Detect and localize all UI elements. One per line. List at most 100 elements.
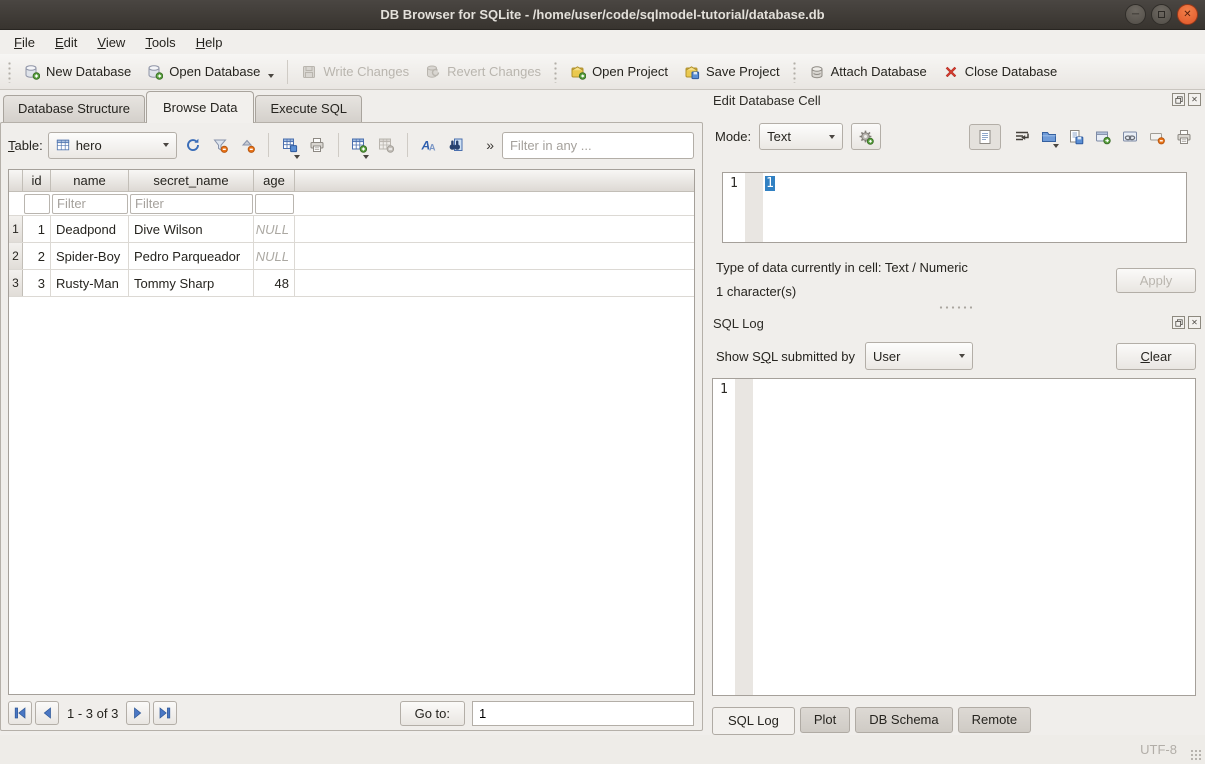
tab-execute-sql[interactable]: Execute SQL <box>255 95 362 122</box>
sql-log-editor[interactable]: 1 <box>712 378 1196 696</box>
auto-apply-button[interactable] <box>851 123 881 150</box>
cell-secret-name[interactable]: Dive Wilson <box>129 216 254 242</box>
cell-name[interactable]: Spider-Boy <box>51 243 129 269</box>
close-panel-icon[interactable]: ✕ <box>1188 316 1201 329</box>
submitted-by-select[interactable]: User <box>865 342 973 370</box>
clear-log-button[interactable]: Clear <box>1116 343 1196 370</box>
last-page-button[interactable] <box>153 701 177 725</box>
mode-label: Mode: <box>715 129 751 144</box>
filter-any-input[interactable] <box>502 132 694 159</box>
close-panel-icon[interactable]: ✕ <box>1188 93 1201 106</box>
toolbar-separator <box>287 60 288 84</box>
menu-view[interactable]: View <box>87 32 135 53</box>
column-header-name[interactable]: name <box>51 170 129 191</box>
save-project-button[interactable]: Save Project <box>676 59 788 85</box>
column-header-age[interactable]: age <box>254 170 295 191</box>
clear-sort-button[interactable] <box>236 132 258 159</box>
cell-secret-name[interactable]: Tommy Sharp <box>129 270 254 296</box>
tab-sql-log[interactable]: SQL Log <box>712 707 795 735</box>
tab-plot[interactable]: Plot <box>800 707 850 733</box>
cell-editor[interactable]: 1 1 <box>722 172 1187 243</box>
table-row[interactable]: 3 3 Rusty-Man Tommy Sharp 48 <box>9 270 694 297</box>
toolbar-grip[interactable] <box>7 61 12 83</box>
column-header-id[interactable]: id <box>23 170 51 191</box>
mode-select[interactable]: Text <box>759 123 843 150</box>
table-icon <box>56 138 70 152</box>
menubar: File Edit View Tools Help <box>0 30 1205 54</box>
cell-secret-name[interactable]: Pedro Parqueador <box>129 243 254 269</box>
column-header-secret-name[interactable]: secret_name <box>129 170 254 191</box>
print-button[interactable] <box>306 132 328 159</box>
cell-age[interactable]: NULL <box>254 243 295 269</box>
filter-input-name[interactable] <box>52 194 128 214</box>
table-row[interactable]: 1 1 Deadpond Dive Wilson NULL <box>9 216 694 243</box>
new-database-button[interactable]: New Database <box>16 59 139 85</box>
splitter-handle[interactable] <box>938 305 972 310</box>
set-null-button[interactable] <box>1149 129 1165 145</box>
float-panel-icon[interactable] <box>1172 93 1185 106</box>
menu-help[interactable]: Help <box>186 32 233 53</box>
filter-input-id[interactable] <box>24 194 50 214</box>
corner-header[interactable] <box>9 170 23 191</box>
word-wrap-button[interactable] <box>1014 129 1030 145</box>
menu-file[interactable]: File <box>4 32 45 53</box>
open-in-app-button[interactable] <box>1095 129 1111 145</box>
row-header[interactable]: 2 <box>9 243 23 269</box>
cell-name[interactable]: Deadpond <box>51 216 129 242</box>
row-header[interactable]: 1 <box>9 216 23 242</box>
tab-db-schema[interactable]: DB Schema <box>855 707 952 733</box>
open-file-icon <box>1041 129 1057 145</box>
toolbar-grip[interactable] <box>792 61 797 83</box>
filter-input-secret-name[interactable] <box>130 194 253 214</box>
tab-database-structure[interactable]: Database Structure <box>3 95 145 122</box>
editor-gutter <box>745 173 763 242</box>
encoding-indicator[interactable]: UTF-8 <box>1140 742 1177 757</box>
cell-id[interactable]: 1 <box>23 216 51 242</box>
open-database-dropdown-icon[interactable] <box>268 74 274 78</box>
record-range-label: 1 - 3 of 3 <box>67 706 118 721</box>
insert-record-button[interactable] <box>348 132 370 159</box>
open-database-button[interactable]: Open Database <box>139 59 282 85</box>
goto-input[interactable] <box>472 701 694 726</box>
import-data-button[interactable] <box>1041 129 1057 145</box>
cell-id[interactable]: 2 <box>23 243 51 269</box>
filter-input-age[interactable] <box>255 194 294 214</box>
chevron-down-icon <box>363 155 369 159</box>
refresh-button[interactable] <box>182 132 204 159</box>
copy-link-button[interactable] <box>1122 129 1138 145</box>
table-select[interactable]: hero <box>48 132 177 159</box>
cell-id[interactable]: 3 <box>23 270 51 296</box>
previous-page-button[interactable] <box>35 701 59 725</box>
table-row[interactable]: 2 2 Spider-Boy Pedro Parqueador NULL <box>9 243 694 270</box>
cell-age[interactable]: NULL <box>254 216 295 242</box>
export-table-button[interactable] <box>279 132 301 159</box>
chevron-down-icon <box>829 135 835 139</box>
menu-tools[interactable]: Tools <box>135 32 185 53</box>
first-page-button[interactable] <box>8 701 32 725</box>
menu-edit[interactable]: Edit <box>45 32 87 53</box>
minimize-icon[interactable]: ─ <box>1125 4 1146 25</box>
tab-remote[interactable]: Remote <box>958 707 1032 733</box>
tab-browse-data[interactable]: Browse Data <box>146 91 254 123</box>
open-project-button[interactable]: Open Project <box>562 59 676 85</box>
close-database-button[interactable]: Close Database <box>935 59 1066 85</box>
export-data-button[interactable] <box>1068 129 1084 145</box>
resize-grip[interactable] <box>1190 749 1202 761</box>
goto-button[interactable]: Go to: <box>400 701 465 726</box>
toolbar-grip[interactable] <box>553 61 558 83</box>
cell-age[interactable]: 48 <box>254 270 295 296</box>
text-mode-button[interactable] <box>969 124 1001 150</box>
next-page-button[interactable] <box>126 701 150 725</box>
maximize-icon[interactable] <box>1151 4 1172 25</box>
toolbar-overflow-chevron-icon[interactable]: » <box>486 137 494 153</box>
font-settings-button[interactable]: A A <box>418 132 440 159</box>
close-icon[interactable]: ✕ <box>1177 4 1198 25</box>
cell-content[interactable]: 1 <box>765 176 775 191</box>
cell-name[interactable]: Rusty-Man <box>51 270 129 296</box>
print-cell-button[interactable] <box>1176 129 1192 145</box>
attach-database-button[interactable]: Attach Database <box>801 59 935 85</box>
float-panel-icon[interactable] <box>1172 316 1185 329</box>
find-button[interactable] <box>445 132 467 159</box>
clear-filters-button[interactable] <box>209 132 231 159</box>
row-header[interactable]: 3 <box>9 270 23 296</box>
